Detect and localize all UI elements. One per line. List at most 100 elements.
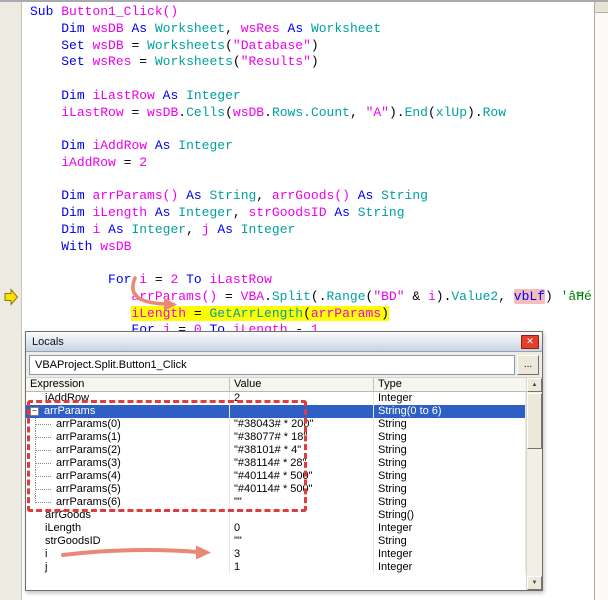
expression-cell: −arrParams [26, 405, 230, 418]
expression-cell: iAddRow [26, 392, 230, 405]
code-token: ). [436, 289, 452, 304]
code-token: = [186, 306, 209, 321]
code-line[interactable]: Dim iLength As Integer, strGoodsID As St… [30, 205, 594, 222]
locals-row[interactable]: arrParams(2)"#38101# * 4"String [26, 444, 526, 457]
tree-line [30, 418, 56, 431]
locals-grid-body: iAddRow2Integer−arrParamsString(0 to 6)a… [26, 392, 526, 574]
code-token: , [186, 222, 202, 237]
code-token: xlUp [436, 105, 467, 120]
code-token: vbLf [514, 289, 545, 304]
locals-row[interactable]: arrGoodsString() [26, 509, 526, 522]
code-line[interactable]: iLength = GetArrLength(arrParams) [30, 306, 594, 323]
code-line[interactable]: Dim iLastRow As Integer [30, 88, 594, 105]
code-token: GetArrLength [209, 306, 303, 321]
expression-cell: arrParams(1) [26, 431, 230, 444]
breakpoint-margin[interactable] [0, 2, 22, 600]
locals-row[interactable]: strGoodsID""String [26, 535, 526, 548]
code-token: ( [225, 105, 233, 120]
close-icon: ✕ [526, 336, 534, 346]
code-line[interactable] [30, 121, 594, 138]
locals-titlebar[interactable]: Locals ✕ [26, 332, 542, 352]
expression-label: arrParams(6) [56, 496, 121, 509]
editor-scrollbar[interactable] [594, 2, 608, 600]
locals-row[interactable]: iAddRow2Integer [26, 392, 526, 405]
locals-scrollbar[interactable]: ▲ ▼ [526, 378, 542, 590]
tree-line [30, 470, 56, 483]
code-token: arrParams() [131, 289, 217, 304]
locals-window: Locals ✕ VBAProject.Split.Button1_Click … [25, 331, 543, 591]
collapse-icon[interactable]: − [30, 407, 39, 416]
code-line[interactable]: For i = 2 To iLastRow [30, 272, 594, 289]
code-token [30, 54, 61, 69]
value-cell: "" [230, 496, 374, 509]
column-header-value[interactable]: Value [230, 378, 374, 391]
code-line[interactable]: Dim wsDB As Worksheet, wsRes As Workshee… [30, 21, 594, 38]
tree-line [30, 483, 56, 496]
code-line[interactable]: Dim iAddRow As Integer [30, 138, 594, 155]
code-token: arrParams [311, 306, 381, 321]
expression-cell: arrParams(3) [26, 457, 230, 470]
code-token: Dim [61, 88, 92, 103]
code-token: As [108, 222, 131, 237]
code-token: = [131, 54, 154, 69]
scroll-thumb[interactable] [527, 393, 542, 449]
scroll-up-icon[interactable]: ▲ [527, 378, 542, 392]
code-token: Worksheet [311, 21, 381, 36]
code-line[interactable]: Set wsRes = Worksheets("Results") [30, 54, 594, 71]
code-token [100, 222, 108, 237]
call-stack-button[interactable]: ... [517, 355, 539, 375]
code-token: arrParams() [92, 188, 178, 203]
value-cell: 1 [230, 561, 374, 574]
code-token: As [186, 188, 209, 203]
code-line[interactable] [30, 71, 594, 88]
code-token: Integer [186, 88, 241, 103]
locals-row[interactable]: arrParams(1)"#38077# * 18"String [26, 431, 526, 444]
vbe-code-window: Sub Button1_Click() Dim wsDB As Workshee… [0, 0, 608, 600]
locals-row[interactable]: arrParams(4)"#40114# * 500"String [26, 470, 526, 483]
code-line[interactable]: arrParams() = VBA.Split(.Range("BD" & i)… [30, 289, 594, 306]
code-line[interactable]: iAddRow = 2 [30, 155, 594, 172]
code-line[interactable] [30, 172, 594, 189]
locals-row[interactable]: −arrParamsString(0 to 6) [26, 405, 526, 418]
code-token [280, 21, 288, 36]
code-token: Sub [30, 4, 61, 19]
locals-row[interactable]: arrParams(5)"#40114# * 500"String [26, 483, 526, 496]
value-cell: "#38114# * 28" [230, 457, 374, 470]
type-cell: String [374, 418, 526, 431]
procedure-combobox[interactable]: VBAProject.Split.Button1_Click [29, 355, 515, 375]
locals-row[interactable]: i3Integer [26, 548, 526, 561]
code-token: wsDB [233, 105, 264, 120]
code-token: Dim [61, 205, 92, 220]
code-token: ) [311, 38, 319, 53]
code-token: Split [272, 289, 311, 304]
code-token: 'âĦé°ªØ [561, 289, 594, 304]
expression-label: arrGoods [45, 509, 91, 522]
scroll-down-icon[interactable]: ▼ [527, 576, 542, 590]
editor-scroll-box[interactable] [595, 2, 608, 13]
code-line[interactable]: Dim arrParams() As String, arrGoods() As… [30, 188, 594, 205]
expression-cell: arrParams(4) [26, 470, 230, 483]
expression-label: arrParams(5) [56, 483, 121, 496]
code-line[interactable]: With wsDB [30, 239, 594, 256]
column-header-expression[interactable]: Expression [26, 378, 230, 391]
column-header-type[interactable]: Type [374, 378, 526, 391]
locals-row[interactable]: arrParams(6)""String [26, 496, 526, 509]
code-token: String [358, 205, 405, 220]
code-token: i [428, 289, 436, 304]
close-button[interactable]: ✕ [521, 335, 539, 349]
code-token: , [498, 289, 514, 304]
locals-row[interactable]: iLength0Integer [26, 522, 526, 535]
code-token: Worksheets [155, 54, 233, 69]
type-cell: String [374, 444, 526, 457]
type-cell: Integer [374, 561, 526, 574]
code-line[interactable]: Dim i As Integer, j As Integer [30, 222, 594, 239]
expression-label: arrParams(1) [56, 431, 121, 444]
code-line[interactable]: Sub Button1_Click() [30, 4, 594, 21]
code-line[interactable]: Set wsDB = Worksheets("Database") [30, 38, 594, 55]
locals-row[interactable]: j1Integer [26, 561, 526, 574]
code-line[interactable]: iLastRow = wsDB.Cells(wsDB.Rows.Count, "… [30, 105, 594, 122]
code-token: As [358, 188, 381, 203]
locals-row[interactable]: arrParams(0)"#38043# * 200"String [26, 418, 526, 431]
locals-row[interactable]: arrParams(3)"#38114# * 28"String [26, 457, 526, 470]
code-line[interactable] [30, 255, 594, 272]
